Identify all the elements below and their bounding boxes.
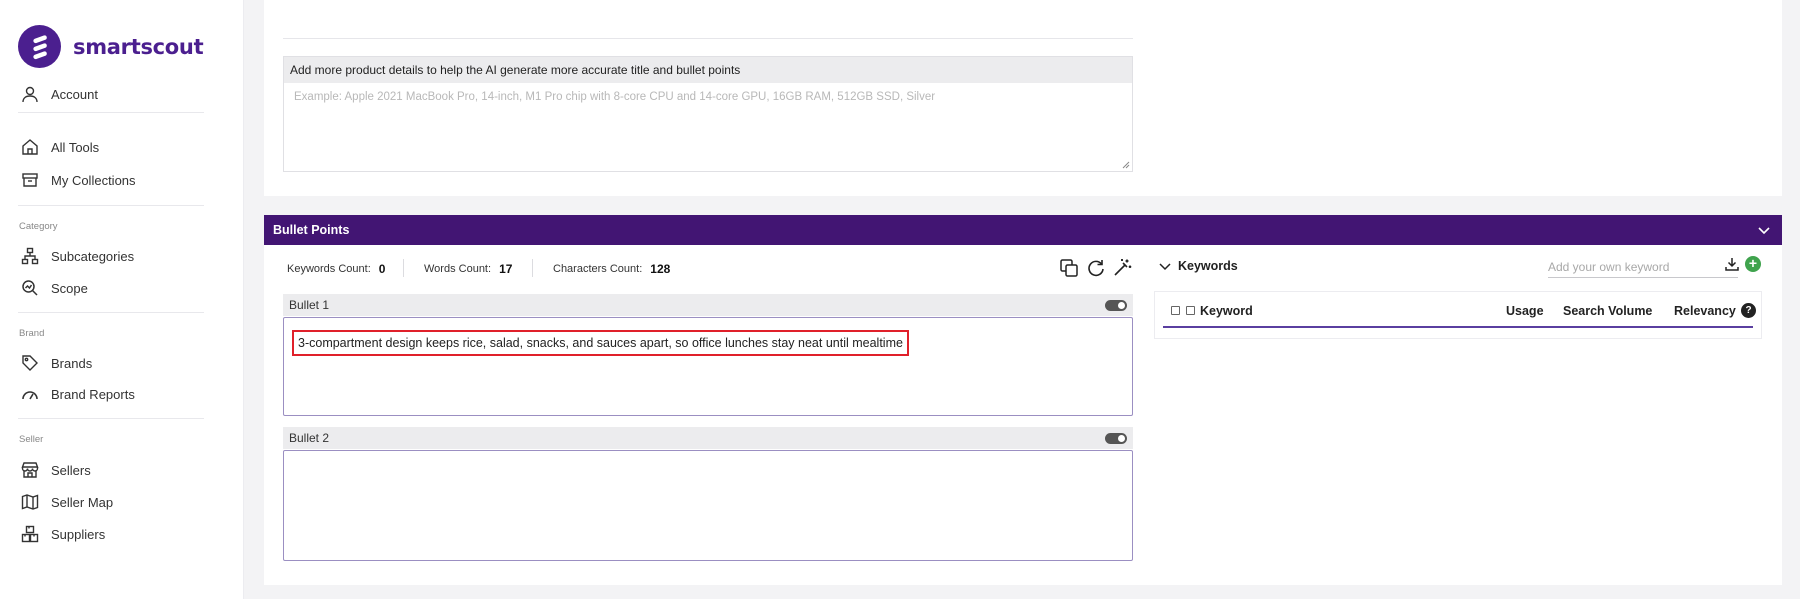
gauge-icon: [20, 384, 40, 404]
archive-icon: [20, 170, 40, 190]
sidebar-item-subcategories[interactable]: Subcategories: [20, 245, 134, 267]
select-checkbox[interactable]: [1186, 306, 1195, 315]
sidebar-item-my-collections[interactable]: My Collections: [20, 169, 136, 191]
bullet-1-text: 3-compartment design keeps rice, salad, …: [292, 330, 909, 356]
keywords-title: Keywords: [1178, 259, 1238, 273]
bullet-2-toggle[interactable]: [1105, 433, 1127, 444]
divider: [18, 112, 204, 113]
chevron-down-icon[interactable]: [1756, 222, 1772, 238]
bullet-1-header: Bullet 1: [283, 294, 1133, 316]
bullet-1-textarea[interactable]: 3-compartment design keeps rice, salad, …: [283, 317, 1133, 416]
store-icon: [20, 460, 40, 480]
select-all-icon[interactable]: [1171, 306, 1180, 315]
map-icon: [20, 492, 40, 512]
sidebar-item-label: All Tools: [51, 139, 100, 155]
bullet-points-title: Bullet Points: [273, 223, 350, 237]
tag-icon: [20, 353, 40, 373]
sidebar-item-label: Account: [51, 86, 98, 102]
divider: [18, 205, 204, 206]
section-title-seller: Seller: [19, 434, 44, 445]
sidebar-item-label: Suppliers: [51, 526, 106, 542]
column-keyword[interactable]: Keyword: [1200, 304, 1253, 318]
sidebar-item-label: Brands: [51, 355, 93, 371]
characters-count: Characters Count: 128: [553, 262, 670, 276]
add-keyword-input[interactable]: [1548, 256, 1738, 278]
sidebar-item-all-tools[interactable]: All Tools: [20, 136, 99, 158]
divider: [283, 38, 1133, 39]
sidebar-item-suppliers[interactable]: Suppliers: [20, 523, 105, 545]
sidebar-item-label: Brand Reports: [51, 386, 135, 402]
product-details-textarea[interactable]: Add more product details to help the AI …: [283, 56, 1133, 172]
keywords-count-value: 0: [378, 262, 386, 276]
sidebar-item-label: Sellers: [51, 462, 91, 478]
sidebar-item-seller-map[interactable]: Seller Map: [20, 491, 113, 513]
product-details-placeholder: Example: Apple 2021 MacBook Pro, 14-inch…: [294, 91, 936, 103]
divider: [18, 312, 204, 313]
words-count: Words Count: 17: [424, 262, 512, 276]
home-icon: [20, 137, 40, 157]
keywords-table: Keyword Usage Search Volume Relevancy ?: [1154, 291, 1762, 339]
bullet-1-label: Bullet 1: [289, 298, 330, 312]
section-title-brand: Brand: [19, 328, 45, 339]
characters-count-value: 128: [650, 262, 671, 276]
sidebar-item-label: My Collections: [51, 172, 136, 188]
sidebar-item-label: Seller Map: [51, 494, 114, 510]
keywords-toggle[interactable]: Keywords: [1158, 259, 1238, 273]
boxes-icon: [20, 524, 40, 544]
magnify-chart-icon: [20, 278, 40, 298]
column-relevancy[interactable]: Relevancy: [1674, 304, 1736, 318]
column-search-volume[interactable]: Search Volume: [1563, 304, 1652, 318]
add-keyword-button[interactable]: +: [1745, 256, 1761, 272]
sidebar-item-label: Scope: [51, 280, 88, 296]
brand-name: smartscout: [73, 34, 204, 59]
section-title-category: Category: [19, 221, 58, 232]
bullet-2-textarea[interactable]: [283, 450, 1133, 561]
divider: [532, 259, 533, 277]
bullet-2-label: Bullet 2: [289, 431, 330, 445]
characters-count-label: Characters Count:: [553, 263, 643, 275]
bullet-1-toggle[interactable]: [1105, 300, 1127, 311]
sidebar-item-brands[interactable]: Brands: [20, 352, 92, 374]
help-icon[interactable]: ?: [1741, 303, 1756, 318]
column-usage[interactable]: Usage: [1506, 304, 1544, 318]
chevron-down-icon: [1159, 263, 1171, 271]
sidebar-item-brand-reports[interactable]: Brand Reports: [20, 383, 135, 405]
keywords-count-label: Keywords Count:: [287, 263, 371, 275]
resize-handle-icon[interactable]: [1122, 161, 1130, 169]
sidebar-item-sellers[interactable]: Sellers: [20, 459, 91, 481]
sidebar: smartscout Account All Tools My Collecti…: [0, 0, 244, 599]
keywords-count: Keywords Count: 0: [287, 262, 385, 276]
divider: [18, 418, 204, 419]
words-count-value: 17: [499, 262, 513, 276]
sidebar-item-account[interactable]: Account: [20, 83, 98, 105]
refresh-icon[interactable]: [1085, 257, 1107, 279]
user-icon: [20, 84, 40, 104]
keywords-table-header: Keyword Usage Search Volume Relevancy ?: [1163, 292, 1756, 328]
sidebar-item-label: Subcategories: [51, 248, 135, 264]
words-count-label: Words Count:: [424, 263, 492, 275]
magic-wand-icon[interactable]: [1111, 257, 1133, 279]
bullet-2-header: Bullet 2: [283, 427, 1133, 449]
hierarchy-icon: [20, 246, 40, 266]
copy-icon[interactable]: [1058, 257, 1080, 279]
bullet-points-header[interactable]: Bullet Points: [264, 215, 1782, 245]
sidebar-item-scope[interactable]: Scope: [20, 277, 88, 299]
product-details-heading: Add more product details to help the AI …: [284, 57, 1132, 83]
logo[interactable]: smartscout: [18, 25, 204, 68]
divider: [403, 259, 404, 277]
download-icon[interactable]: [1724, 256, 1740, 272]
smartscout-logo-icon: [18, 25, 61, 68]
